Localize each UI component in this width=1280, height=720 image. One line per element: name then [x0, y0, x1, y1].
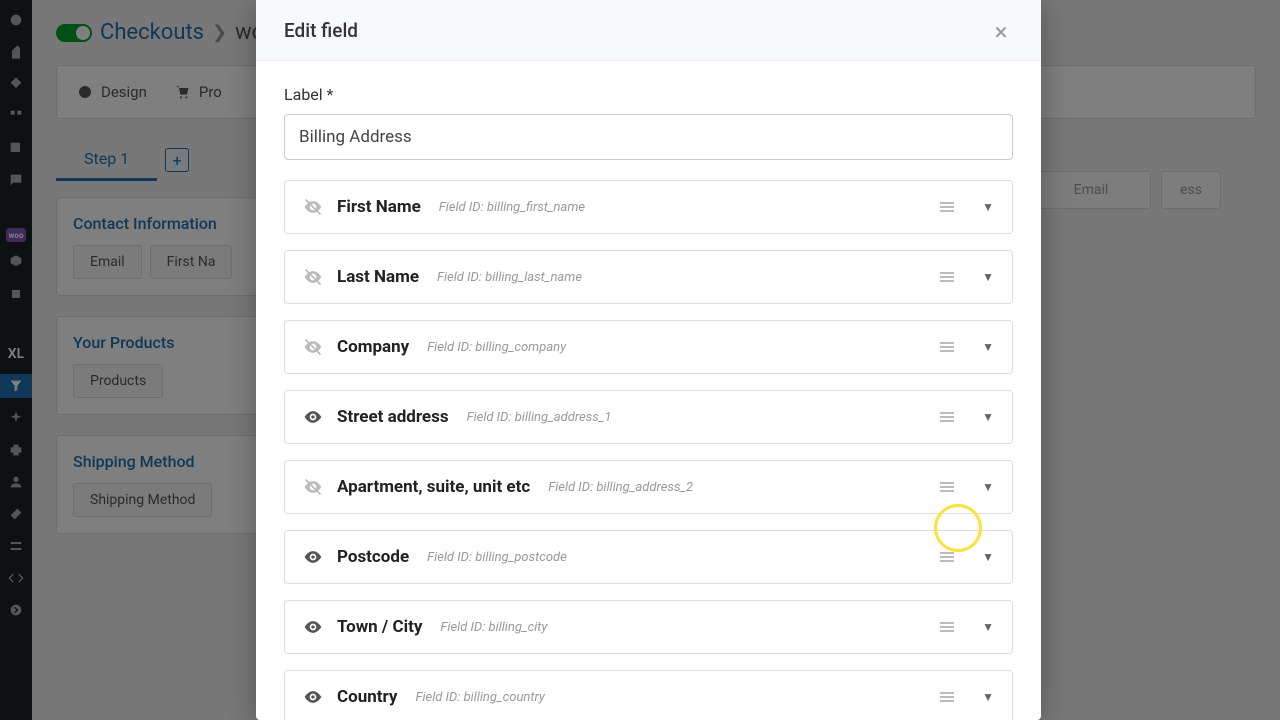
field-row: Town / City Field ID: billing_city ▼ — [284, 600, 1013, 654]
chevron-down-icon[interactable]: ▼ — [982, 410, 994, 424]
field-name: Street address — [337, 407, 449, 427]
chevron-down-icon[interactable]: ▼ — [982, 200, 994, 214]
chevron-down-icon[interactable]: ▼ — [982, 340, 994, 354]
field-row: Apartment, suite, unit etc Field ID: bil… — [284, 460, 1013, 514]
field-row: Company Field ID: billing_company ▼ — [284, 320, 1013, 374]
field-name: First Name — [337, 197, 421, 217]
modal-body: Label * First Name Field ID: billing_fir… — [256, 61, 1041, 720]
eye-slash-icon[interactable] — [303, 477, 323, 497]
edit-field-modal: Edit field × Label * First Name Field ID… — [256, 0, 1041, 720]
drag-handle-icon[interactable] — [940, 482, 954, 492]
field-id: Field ID: billing_city — [440, 620, 547, 635]
field-row: Street address Field ID: billing_address… — [284, 390, 1013, 444]
field-row: Postcode Field ID: billing_postcode ▼ — [284, 530, 1013, 584]
drag-handle-icon[interactable] — [940, 552, 954, 562]
eye-icon[interactable] — [303, 407, 323, 427]
field-name: Company — [337, 337, 409, 357]
eye-icon[interactable] — [303, 687, 323, 707]
eye-slash-icon[interactable] — [303, 337, 323, 357]
chevron-down-icon[interactable]: ▼ — [982, 620, 994, 634]
chevron-down-icon[interactable]: ▼ — [982, 480, 994, 494]
drag-handle-icon[interactable] — [940, 202, 954, 212]
chevron-down-icon[interactable]: ▼ — [982, 270, 994, 284]
close-button[interactable]: × — [989, 18, 1013, 42]
label-input[interactable] — [284, 114, 1013, 160]
field-id: Field ID: billing_country — [415, 690, 544, 705]
field-id: Field ID: billing_first_name — [439, 200, 585, 215]
drag-handle-icon[interactable] — [940, 622, 954, 632]
chevron-down-icon[interactable]: ▼ — [982, 690, 994, 704]
field-name: Last Name — [337, 267, 419, 287]
eye-icon[interactable] — [303, 617, 323, 637]
label-field-label: Label * — [284, 85, 1013, 104]
modal-title: Edit field — [284, 19, 358, 42]
field-id: Field ID: billing_address_2 — [548, 480, 693, 495]
field-name: Apartment, suite, unit etc — [337, 477, 530, 497]
field-name: Town / City — [337, 617, 422, 637]
drag-handle-icon[interactable] — [940, 342, 954, 352]
eye-slash-icon[interactable] — [303, 267, 323, 287]
field-id: Field ID: billing_company — [427, 340, 566, 355]
field-id: Field ID: billing_last_name — [437, 270, 582, 285]
eye-icon[interactable] — [303, 547, 323, 567]
field-name: Country — [337, 687, 397, 707]
field-id: Field ID: billing_postcode — [427, 550, 567, 565]
modal-header: Edit field × — [256, 0, 1041, 61]
field-row: Last Name Field ID: billing_last_name ▼ — [284, 250, 1013, 304]
drag-handle-icon[interactable] — [940, 412, 954, 422]
field-row: Country Field ID: billing_country ▼ — [284, 670, 1013, 720]
chevron-down-icon[interactable]: ▼ — [982, 550, 994, 564]
drag-handle-icon[interactable] — [940, 272, 954, 282]
eye-slash-icon[interactable] — [303, 197, 323, 217]
field-id: Field ID: billing_address_1 — [467, 410, 612, 425]
drag-handle-icon[interactable] — [940, 692, 954, 702]
field-name: Postcode — [337, 547, 409, 567]
field-row: First Name Field ID: billing_first_name … — [284, 180, 1013, 234]
